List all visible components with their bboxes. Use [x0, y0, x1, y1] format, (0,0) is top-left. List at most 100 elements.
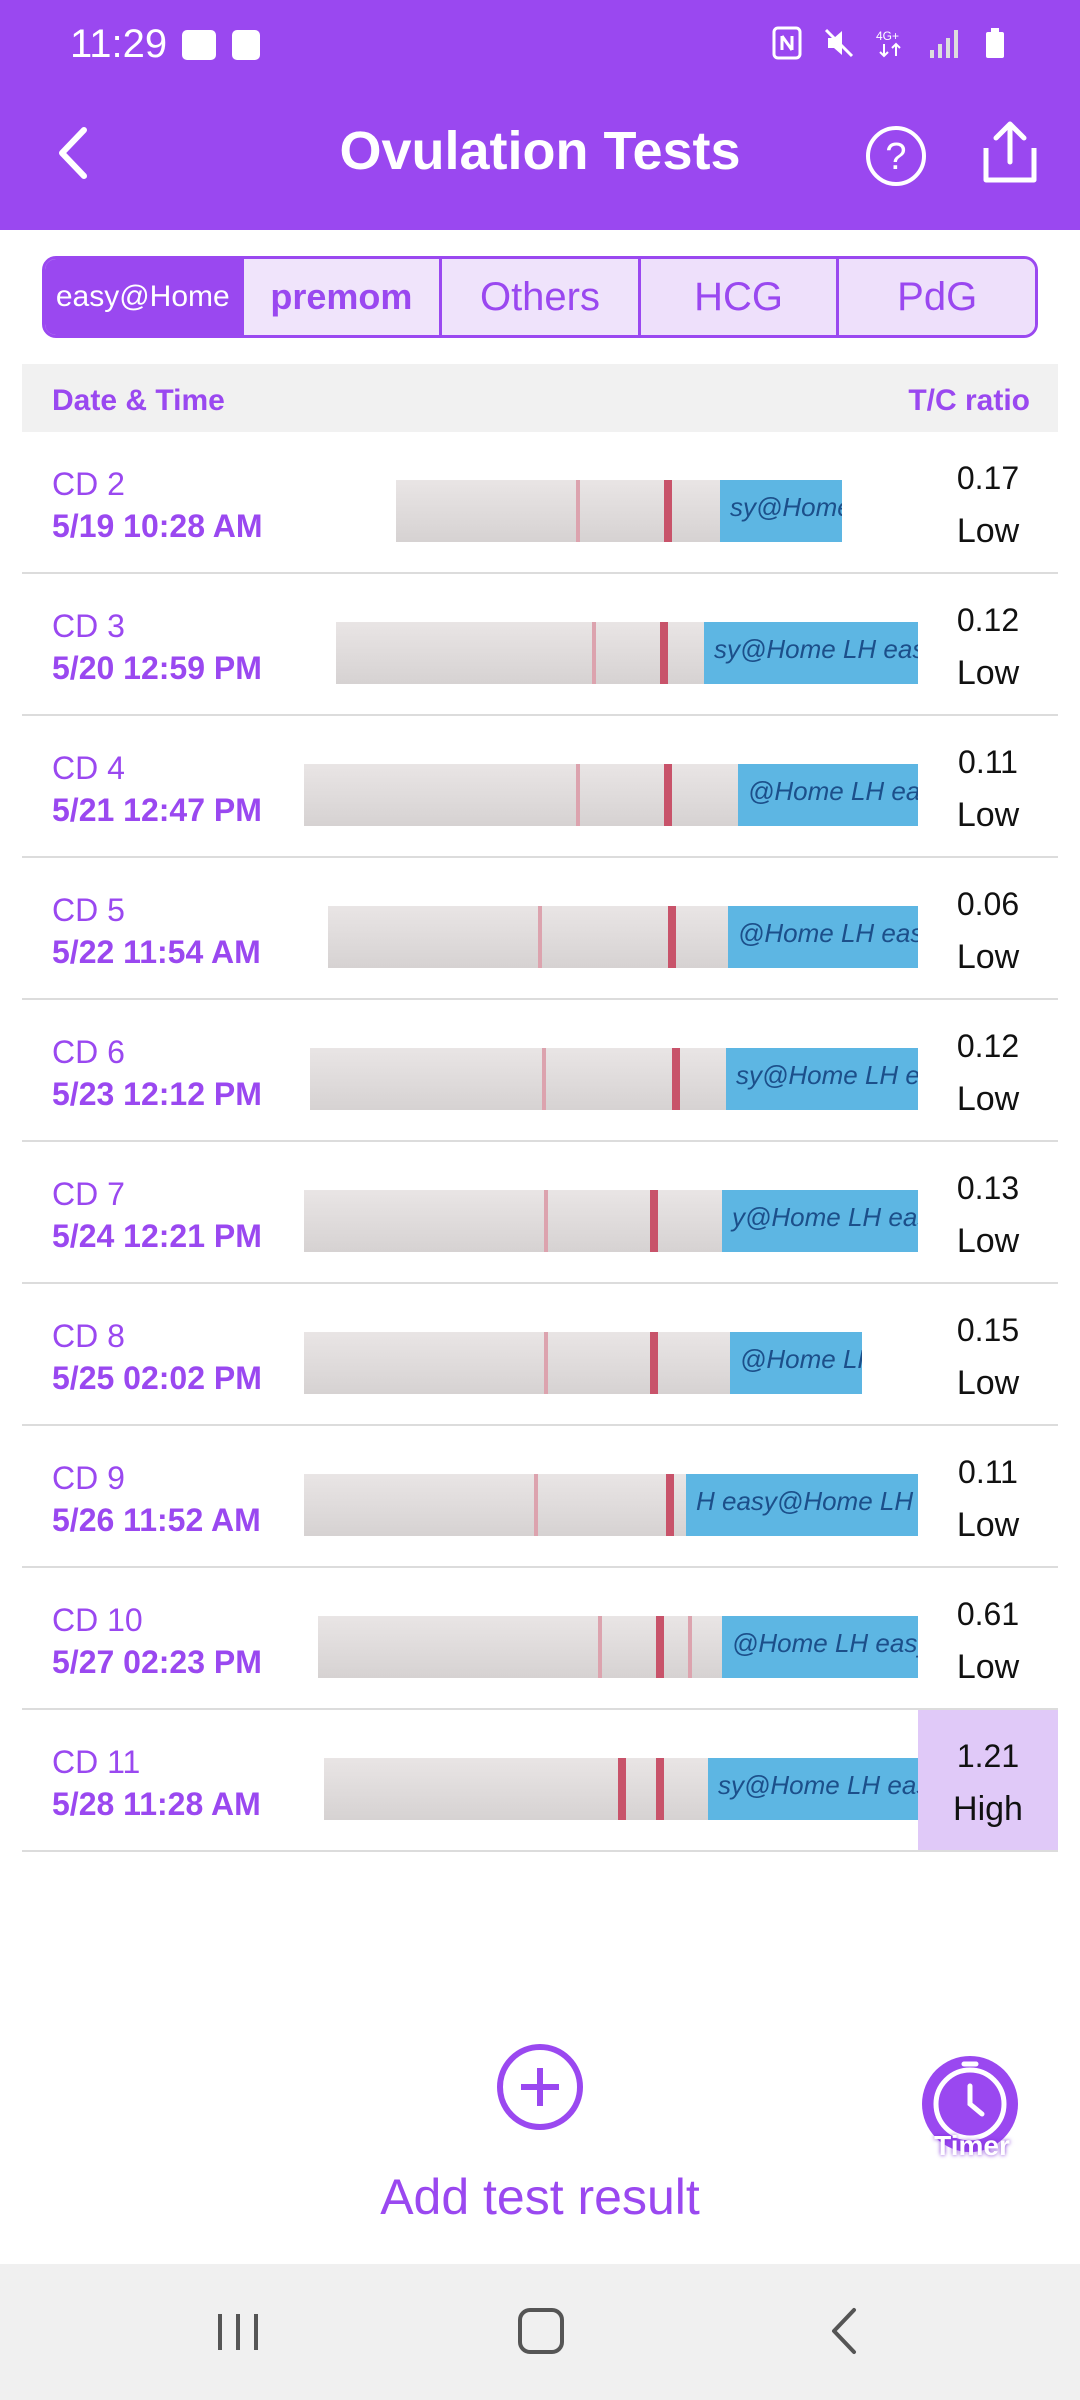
- nav-back-icon[interactable]: [826, 2306, 862, 2356]
- add-test-result-button[interactable]: Add test result: [0, 2168, 1080, 2226]
- tc-level: Low: [956, 1648, 1020, 1686]
- test-datetime: 5/19 10:28 AM: [52, 508, 263, 544]
- share-icon[interactable]: [978, 118, 1042, 188]
- test-strip-image: sy@Home LH easy: [310, 1048, 918, 1110]
- svg-text:4G+: 4G+: [876, 29, 899, 43]
- ratio-cell: 0.12 Low: [918, 1000, 1058, 1140]
- test-strip-image: @Home LH easy@: [328, 906, 918, 968]
- tc-level: Low: [956, 1222, 1020, 1260]
- cycle-day: CD 5: [52, 892, 125, 928]
- tab-premom[interactable]: premom: [243, 259, 443, 335]
- signal-icon: [930, 30, 958, 58]
- tc-level: Low: [956, 1364, 1020, 1402]
- tab-easy-home[interactable]: easy@Home: [45, 259, 244, 335]
- help-icon[interactable]: ?: [864, 124, 928, 188]
- clock-notification-icon: [232, 30, 260, 60]
- test-datetime: 5/20 12:59 PM: [52, 650, 262, 686]
- network-4g-icon: 4G+: [876, 29, 901, 58]
- cycle-day: CD 6: [52, 1034, 125, 1070]
- ratio-cell: 0.11 Low: [918, 1426, 1058, 1566]
- cycle-day: CD 4: [52, 750, 125, 786]
- svg-text:?: ?: [885, 136, 906, 178]
- tc-ratio-value: 0.06: [956, 886, 1020, 922]
- table-row[interactable]: CD 11 5/28 11:28 AM sy@Home LH easy 1.21…: [22, 1710, 1058, 1852]
- cycle-day: CD 7: [52, 1176, 125, 1212]
- tc-ratio-value: 0.17: [956, 460, 1020, 496]
- notification-icon: [182, 30, 216, 60]
- test-datetime: 5/25 02:02 PM: [52, 1360, 262, 1396]
- status-left-icons: [182, 30, 260, 60]
- tc-ratio-value: 0.11: [958, 744, 1018, 780]
- recent-apps-icon[interactable]: [216, 2312, 262, 2352]
- tc-level: Low: [956, 1080, 1020, 1118]
- test-list: CD 2 5/19 10:28 AM sy@Home LH 0.17 Low C…: [22, 432, 1058, 1852]
- ratio-cell: 1.21 High: [918, 1710, 1058, 1850]
- brand-tabs: easy@Home premom Others HCG PdG: [42, 256, 1038, 338]
- tc-level: Low: [956, 654, 1020, 692]
- tab-others[interactable]: Others: [442, 259, 641, 335]
- header: 11:29 4G+ Ovulation Tests ?: [0, 0, 1080, 230]
- cycle-day: CD 3: [52, 608, 125, 644]
- status-time: 11:29: [70, 22, 168, 66]
- table-row[interactable]: CD 6 5/23 12:12 PM sy@Home LH easy 0.12 …: [22, 1000, 1058, 1142]
- table-row[interactable]: CD 7 5/24 12:21 PM y@Home LH easy 0.13 L…: [22, 1142, 1058, 1284]
- table-row[interactable]: CD 8 5/25 02:02 PM @Home LH 0.15 Low: [22, 1284, 1058, 1426]
- test-datetime: 5/23 12:12 PM: [52, 1076, 262, 1112]
- test-datetime: 5/28 11:28 AM: [52, 1786, 261, 1822]
- system-nav-bar: [0, 2264, 1080, 2400]
- tc-ratio-value: 0.12: [956, 1028, 1020, 1064]
- table-row[interactable]: CD 10 5/27 02:23 PM @Home LH easy 0.61 L…: [22, 1568, 1058, 1710]
- cycle-day: CD 11: [52, 1744, 141, 1780]
- tc-level: High: [953, 1790, 1023, 1828]
- ratio-cell: 0.15 Low: [918, 1284, 1058, 1424]
- test-strip-image: @Home LH: [304, 1332, 862, 1394]
- test-strip-image: sy@Home LH: [396, 480, 842, 542]
- ratio-cell: 0.12 Low: [918, 574, 1058, 714]
- app-root: 11:29 4G+ Ovulation Tests ? easy@Home pr…: [0, 0, 1080, 2400]
- tc-level: Low: [956, 1506, 1020, 1544]
- test-datetime: 5/22 11:54 AM: [52, 934, 261, 970]
- tab-pdg[interactable]: PdG: [839, 259, 1035, 335]
- ratio-cell: 0.11 Low: [918, 716, 1058, 856]
- home-icon[interactable]: [518, 2308, 564, 2354]
- test-strip-image: @Home LH easy@: [304, 764, 918, 826]
- tc-ratio-value: 0.61: [956, 1596, 1020, 1632]
- test-datetime: 5/24 12:21 PM: [52, 1218, 262, 1254]
- mute-icon: [824, 28, 854, 58]
- tc-level: Low: [956, 796, 1020, 834]
- tab-hcg[interactable]: HCG: [640, 259, 840, 335]
- tc-ratio-value: 0.15: [956, 1312, 1020, 1348]
- table-row[interactable]: CD 3 5/20 12:59 PM sy@Home LH easy@ 0.12…: [22, 574, 1058, 716]
- timer-label[interactable]: Timer: [930, 2130, 1014, 2162]
- column-date-time: Date & Time: [52, 384, 225, 417]
- ratio-cell: 0.17 Low: [918, 432, 1058, 572]
- table-row[interactable]: CD 9 5/26 11:52 AM H easy@Home LH 0.11 L…: [22, 1426, 1058, 1568]
- table-row[interactable]: CD 4 5/21 12:47 PM @Home LH easy@ 0.11 L…: [22, 716, 1058, 858]
- tc-level: Low: [956, 938, 1020, 976]
- battery-icon: [986, 28, 1004, 58]
- test-datetime: 5/21 12:47 PM: [52, 792, 262, 828]
- cycle-day: CD 9: [52, 1460, 125, 1496]
- test-strip-image: H easy@Home LH: [304, 1474, 918, 1536]
- cycle-day: CD 8: [52, 1318, 125, 1354]
- table-header: Date & Time T/C ratio: [22, 364, 1058, 432]
- tc-ratio-value: 0.11: [958, 1454, 1018, 1490]
- tc-level: Low: [956, 512, 1020, 550]
- test-strip-image: sy@Home LH easy: [324, 1758, 918, 1820]
- add-test-result-icon[interactable]: [497, 2044, 583, 2130]
- table-row[interactable]: CD 5 5/22 11:54 AM @Home LH easy@ 0.06 L…: [22, 858, 1058, 1000]
- tc-ratio-value: 0.13: [956, 1170, 1020, 1206]
- cycle-day: CD 2: [52, 466, 125, 502]
- ratio-cell: 0.13 Low: [918, 1142, 1058, 1282]
- cycle-day: CD 10: [52, 1602, 143, 1638]
- tc-ratio-value: 0.12: [956, 602, 1020, 638]
- table-row[interactable]: CD 2 5/19 10:28 AM sy@Home LH 0.17 Low: [22, 432, 1058, 574]
- test-strip-image: @Home LH easy: [318, 1616, 918, 1678]
- column-tc-ratio: T/C ratio: [908, 384, 1030, 417]
- test-strip-image: sy@Home LH easy@: [336, 622, 918, 684]
- tc-ratio-value: 1.21: [956, 1738, 1020, 1774]
- test-datetime: 5/27 02:23 PM: [52, 1644, 262, 1680]
- test-strip-image: y@Home LH easy: [304, 1190, 918, 1252]
- test-datetime: 5/26 11:52 AM: [52, 1502, 261, 1538]
- status-right-icons: 4G+: [772, 26, 1010, 60]
